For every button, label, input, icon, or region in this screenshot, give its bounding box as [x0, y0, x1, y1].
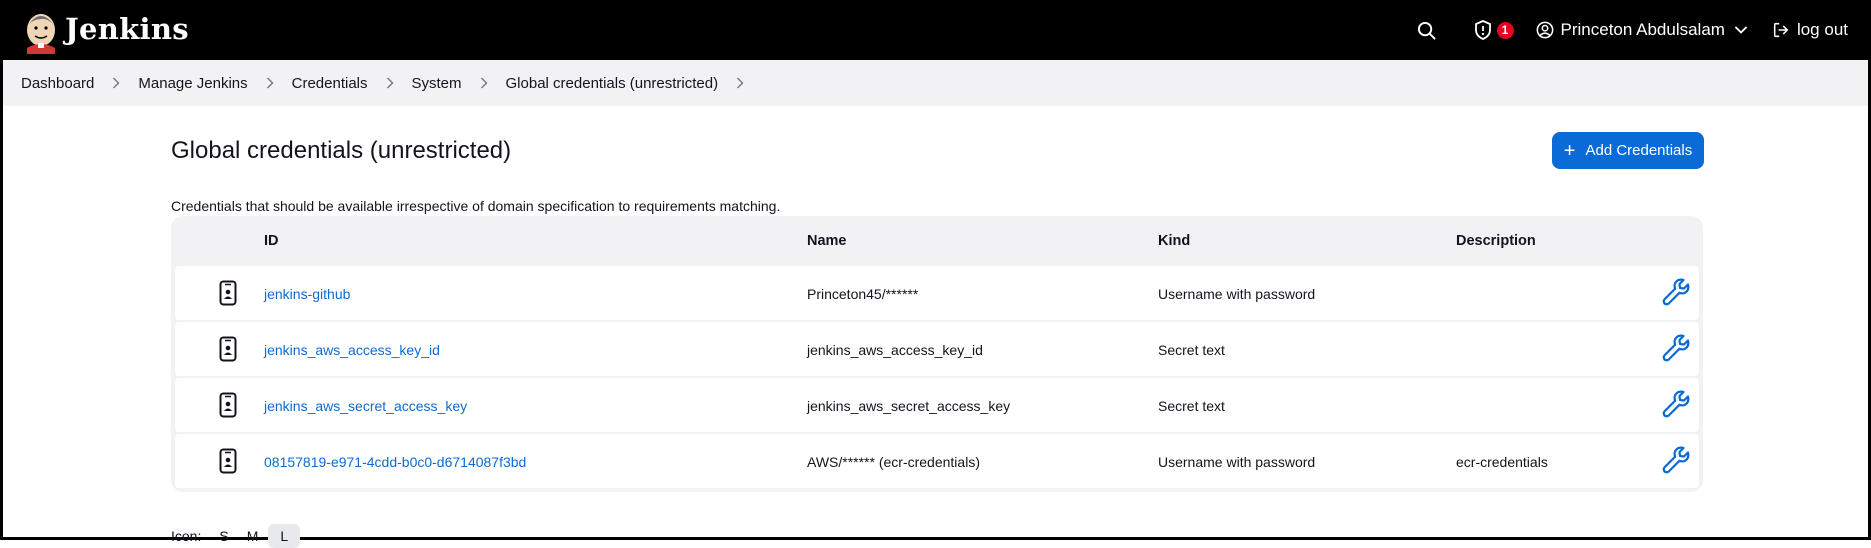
brand-title[interactable]: Jenkins [65, 12, 189, 46]
credential-kind: Secret text [1158, 398, 1225, 414]
add-credentials-button[interactable]: + Add Credentials [1552, 132, 1704, 169]
credential-id-link[interactable]: jenkins_aws_secret_access_key [264, 398, 467, 414]
plus-icon: + [1563, 139, 1576, 162]
page-title: Global credentials (unrestricted) [171, 137, 512, 164]
column-header-name[interactable]: Name [807, 233, 847, 249]
wrench-icon[interactable] [1661, 389, 1691, 424]
breadcrumb-credentials[interactable]: Credentials [292, 75, 368, 92]
column-header-kind[interactable]: Kind [1158, 233, 1190, 249]
page-description: Credentials that should be available irr… [171, 198, 781, 214]
table-row: jenkins-github Princeton45/****** Userna… [175, 266, 1699, 320]
credential-id-link[interactable]: jenkins_aws_access_key_id [264, 342, 440, 358]
header-actions: 1 Princeton Abdulsalam log out [1417, 0, 1848, 60]
user-menu[interactable]: Princeton Abdulsalam [1536, 20, 1747, 40]
credential-id-link[interactable]: jenkins-github [264, 286, 350, 302]
breadcrumb-dashboard[interactable]: Dashboard [21, 75, 94, 92]
add-credentials-label: Add Credentials [1585, 142, 1693, 159]
breadcrumb: Dashboard Manage Jenkins Credentials Sys… [3, 60, 1868, 106]
credential-name: jenkins_aws_secret_access_key [807, 398, 1011, 414]
notification-badge: 1 [1496, 21, 1514, 39]
column-header-id[interactable]: ID [264, 233, 279, 249]
icon-size-large[interactable]: L [268, 524, 301, 548]
credential-name: AWS/****** (ecr-credentials) [807, 454, 980, 470]
logout-label: log out [1796, 20, 1848, 39]
table-header: ID Name Kind Description [171, 216, 1703, 262]
breadcrumb-system[interactable]: System [412, 75, 462, 92]
credential-description: ecr-credentials [1456, 454, 1548, 470]
table-row: jenkins_aws_secret_access_key jenkins_aw… [175, 378, 1699, 432]
credential-device-icon [219, 280, 237, 311]
table-row: 08157819-e971-4cdd-b0c0-d6714087f3bd AWS… [175, 434, 1699, 488]
wrench-icon[interactable] [1661, 333, 1691, 368]
user-icon [1536, 21, 1553, 39]
icon-size-small[interactable]: S [219, 528, 228, 544]
wrench-icon[interactable] [1661, 445, 1691, 480]
credential-name: Princeton45/****** [807, 286, 919, 302]
credential-device-icon [219, 336, 237, 367]
chevron-right-icon [112, 77, 120, 89]
table-row: jenkins_aws_access_key_id jenkins_aws_ac… [175, 322, 1699, 376]
logout-icon [1773, 22, 1789, 38]
icon-size-selector: Icon: S M L [171, 524, 301, 548]
wrench-icon[interactable] [1661, 277, 1691, 312]
chevron-down-icon [1735, 26, 1747, 34]
credential-id-link[interactable]: 08157819-e971-4cdd-b0c0-d6714087f3bd [264, 454, 526, 470]
credential-kind: Username with password [1158, 286, 1316, 302]
credential-device-icon [219, 392, 237, 423]
credential-device-icon [219, 448, 237, 479]
credentials-table: ID Name Kind Description jenkins-github … [171, 216, 1703, 492]
breadcrumb-manage-jenkins[interactable]: Manage Jenkins [138, 75, 247, 92]
icon-size-label: Icon: [171, 528, 202, 544]
credential-kind: Username with password [1158, 454, 1316, 470]
column-header-description[interactable]: Description [1456, 233, 1536, 249]
chevron-right-icon [266, 77, 274, 89]
chevron-right-icon [386, 77, 394, 89]
chevron-right-icon [480, 77, 488, 89]
credential-name: jenkins_aws_access_key_id [807, 342, 983, 358]
icon-size-medium[interactable]: M [247, 528, 259, 544]
user-name: Princeton Abdulsalam [1560, 20, 1725, 39]
search-icon[interactable] [1417, 21, 1436, 40]
breadcrumb-global-credentials[interactable]: Global credentials (unrestricted) [506, 75, 719, 92]
security-alert-button[interactable]: 1 [1474, 20, 1514, 40]
shield-icon [1474, 20, 1491, 40]
logout-link[interactable]: log out [1772, 20, 1848, 40]
top-header: Jenkins 1 Princeton Abdulsalam log out [3, 0, 1868, 60]
credential-kind: Secret text [1158, 342, 1225, 358]
chevron-right-icon[interactable] [736, 77, 744, 89]
jenkins-logo-icon[interactable] [21, 10, 61, 54]
